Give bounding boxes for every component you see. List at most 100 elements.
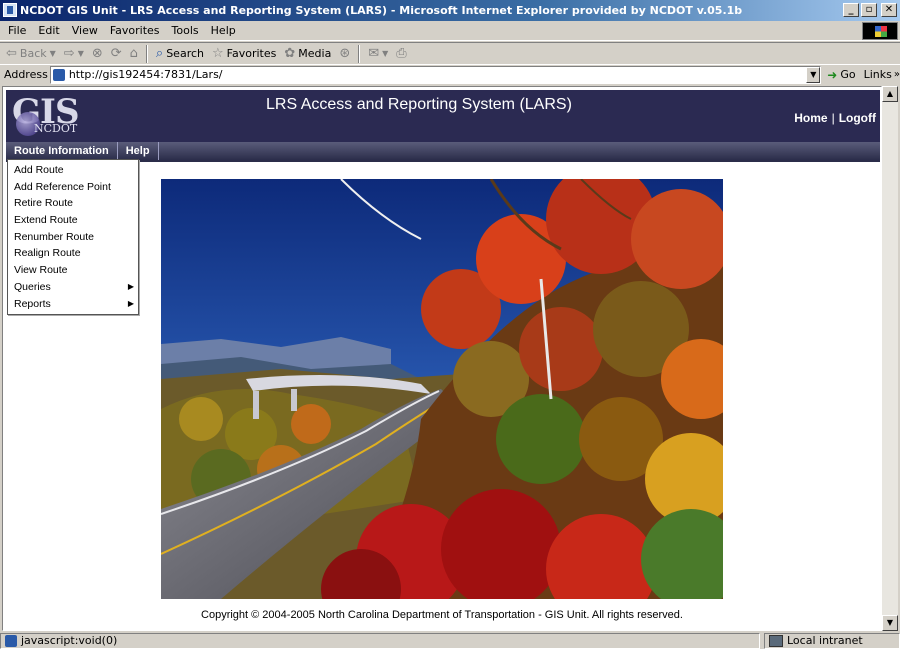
route-information-dropdown: Add Route Add Reference Point Retire Rou… <box>7 159 139 316</box>
menu-item-label: Add Reference Point <box>14 180 111 193</box>
logoff-link[interactable]: Logoff <box>839 111 876 125</box>
search-icon: ⌕ <box>155 46 164 61</box>
menu-help[interactable]: Help <box>118 142 159 160</box>
menu-item-label: Extend Route <box>14 214 78 227</box>
intranet-icon <box>769 634 783 647</box>
back-label: Back <box>19 47 47 60</box>
ncdot-logo-text: NCDOT <box>34 122 78 135</box>
window-controls: _ ▫ ✕ <box>843 3 897 17</box>
browser-toolbar: ⇦ Back ▼ ⇨ ▼ ⊗ ⟳ ⌂ ⌕ Search ☆ Favorites … <box>0 42 900 64</box>
mail-button[interactable]: ✉ ▼ <box>366 46 390 61</box>
menu-item-queries[interactable]: Queries ▶ <box>8 279 138 296</box>
window-title: NCDOT GIS Unit - LRS Access and Reportin… <box>20 4 743 17</box>
print-button[interactable]: ⎙ <box>394 46 408 61</box>
history-icon: ⊛ <box>339 46 351 61</box>
go-arrow-icon: ➜ <box>827 67 838 82</box>
address-url: http://gis192454:7831/Lars/ <box>68 68 223 81</box>
menu-edit[interactable]: Edit <box>32 24 65 37</box>
page-title: LRS Access and Reporting System (LARS) <box>266 96 572 113</box>
menu-file[interactable]: File <box>2 24 32 37</box>
menu-item-extend-route[interactable]: Extend Route <box>8 212 138 229</box>
page-icon <box>5 634 17 647</box>
copyright-text: Copyright © 2004-2005 North Carolina Dep… <box>201 609 683 621</box>
menu-help[interactable]: Help <box>205 24 242 37</box>
header-nav: Home | Logoff <box>794 111 876 125</box>
chevron-down-icon: ▼ <box>77 49 84 58</box>
mail-icon: ✉ <box>368 46 380 61</box>
menu-tools[interactable]: Tools <box>166 24 205 37</box>
address-bar: Address http://gis192454:7831/Lars/ ▼ ➜ … <box>0 64 900 84</box>
security-zone: Local intranet <box>764 632 900 649</box>
menu-item-realign-route[interactable]: Realign Route <box>8 245 138 262</box>
menu-item-view-route[interactable]: View Route <box>8 262 138 279</box>
favorites-button[interactable]: ☆ Favorites <box>210 46 278 61</box>
media-icon: ✿ <box>284 46 296 61</box>
nav-separator: | <box>831 111 835 125</box>
scroll-up-icon[interactable]: ▲ <box>882 86 898 102</box>
menu-item-label: View Route <box>14 264 68 277</box>
home-link[interactable]: Home <box>794 111 827 125</box>
zone-text: Local intranet <box>787 634 863 647</box>
menu-favorites[interactable]: Favorites <box>104 24 166 37</box>
maximize-button[interactable]: ▫ <box>861 3 877 17</box>
back-button[interactable]: ⇦ Back ▼ <box>4 46 58 61</box>
chevron-right-icon[interactable]: » <box>894 69 900 80</box>
go-button[interactable]: ➜ Go <box>827 68 855 82</box>
refresh-button[interactable]: ⟳ <box>109 46 124 61</box>
ie-page-icon <box>3 3 17 17</box>
window-title-bar[interactable]: NCDOT GIS Unit - LRS Access and Reportin… <box>0 0 900 21</box>
chevron-down-icon[interactable]: ▼ <box>806 66 821 83</box>
scenic-road-photo <box>161 179 723 599</box>
submenu-arrow-icon: ▶ <box>127 298 134 308</box>
status-bar: javascript:void(0) Local intranet <box>0 632 900 649</box>
stop-button[interactable]: ⊗ <box>90 46 105 61</box>
page-icon <box>52 68 65 81</box>
menu-item-add-route[interactable]: Add Route <box>8 162 138 179</box>
stop-icon: ⊗ <box>91 46 103 61</box>
menu-item-label: Queries <box>14 280 51 293</box>
back-arrow-icon: ⇦ <box>6 46 17 61</box>
status-text: javascript:void(0) <box>21 634 118 647</box>
scroll-down-icon[interactable]: ▼ <box>882 615 898 631</box>
menu-item-retire-route[interactable]: Retire Route <box>8 195 138 212</box>
lars-header: GIS NCDOT LRS Access and Reporting Syste… <box>6 90 880 142</box>
history-button[interactable]: ⊛ <box>337 46 352 61</box>
vertical-scrollbar[interactable]: ▲ ▼ <box>882 86 898 631</box>
menu-item-renumber-route[interactable]: Renumber Route <box>8 229 138 246</box>
minimize-button[interactable]: _ <box>843 3 859 17</box>
page-content: GIS NCDOT LRS Access and Reporting Syste… <box>2 86 882 631</box>
toolbar-separator <box>145 44 148 63</box>
menu-item-label: Retire Route <box>14 197 73 210</box>
search-button[interactable]: ⌕ Search <box>154 46 206 61</box>
gis-logo: GIS NCDOT <box>12 92 79 138</box>
menu-view[interactable]: View <box>66 24 104 37</box>
browser-menu-bar: File Edit View Favorites Tools Help <box>0 21 900 41</box>
favorites-label: Favorites <box>226 47 277 60</box>
close-button[interactable]: ✕ <box>881 3 897 17</box>
search-label: Search <box>166 47 204 60</box>
windows-logo-icon <box>862 22 898 40</box>
menu-item-label: Renumber Route <box>14 230 94 243</box>
app-menu-bar: Route Information Help <box>6 142 880 160</box>
menu-item-reports[interactable]: Reports ▶ <box>8 296 138 313</box>
links-button[interactable]: Links <box>864 68 892 81</box>
toolbar-separator <box>358 44 361 63</box>
media-label: Media <box>298 47 332 60</box>
address-input[interactable]: http://gis192454:7831/Lars/ ▼ <box>49 65 822 84</box>
menu-item-label: Add Route <box>14 164 64 176</box>
menu-item-label: Realign Route <box>14 247 81 260</box>
media-button[interactable]: ✿ Media <box>282 46 333 61</box>
status-message: javascript:void(0) <box>0 632 760 649</box>
menu-item-add-reference-point[interactable]: Add Reference Point <box>8 179 138 196</box>
chevron-down-icon: ▼ <box>382 49 389 58</box>
home-icon: ⌂ <box>129 46 138 61</box>
forward-button[interactable]: ⇨ ▼ <box>62 46 86 61</box>
forward-arrow-icon: ⇨ <box>63 46 75 61</box>
chevron-down-icon: ▼ <box>49 49 56 58</box>
print-icon: ⎙ <box>396 46 407 61</box>
menu-item-label: Reports <box>14 297 51 310</box>
home-button[interactable]: ⌂ <box>128 46 140 61</box>
go-label: Go <box>840 68 856 81</box>
refresh-icon: ⟳ <box>110 46 122 61</box>
menu-route-information[interactable]: Route Information <box>6 142 118 160</box>
